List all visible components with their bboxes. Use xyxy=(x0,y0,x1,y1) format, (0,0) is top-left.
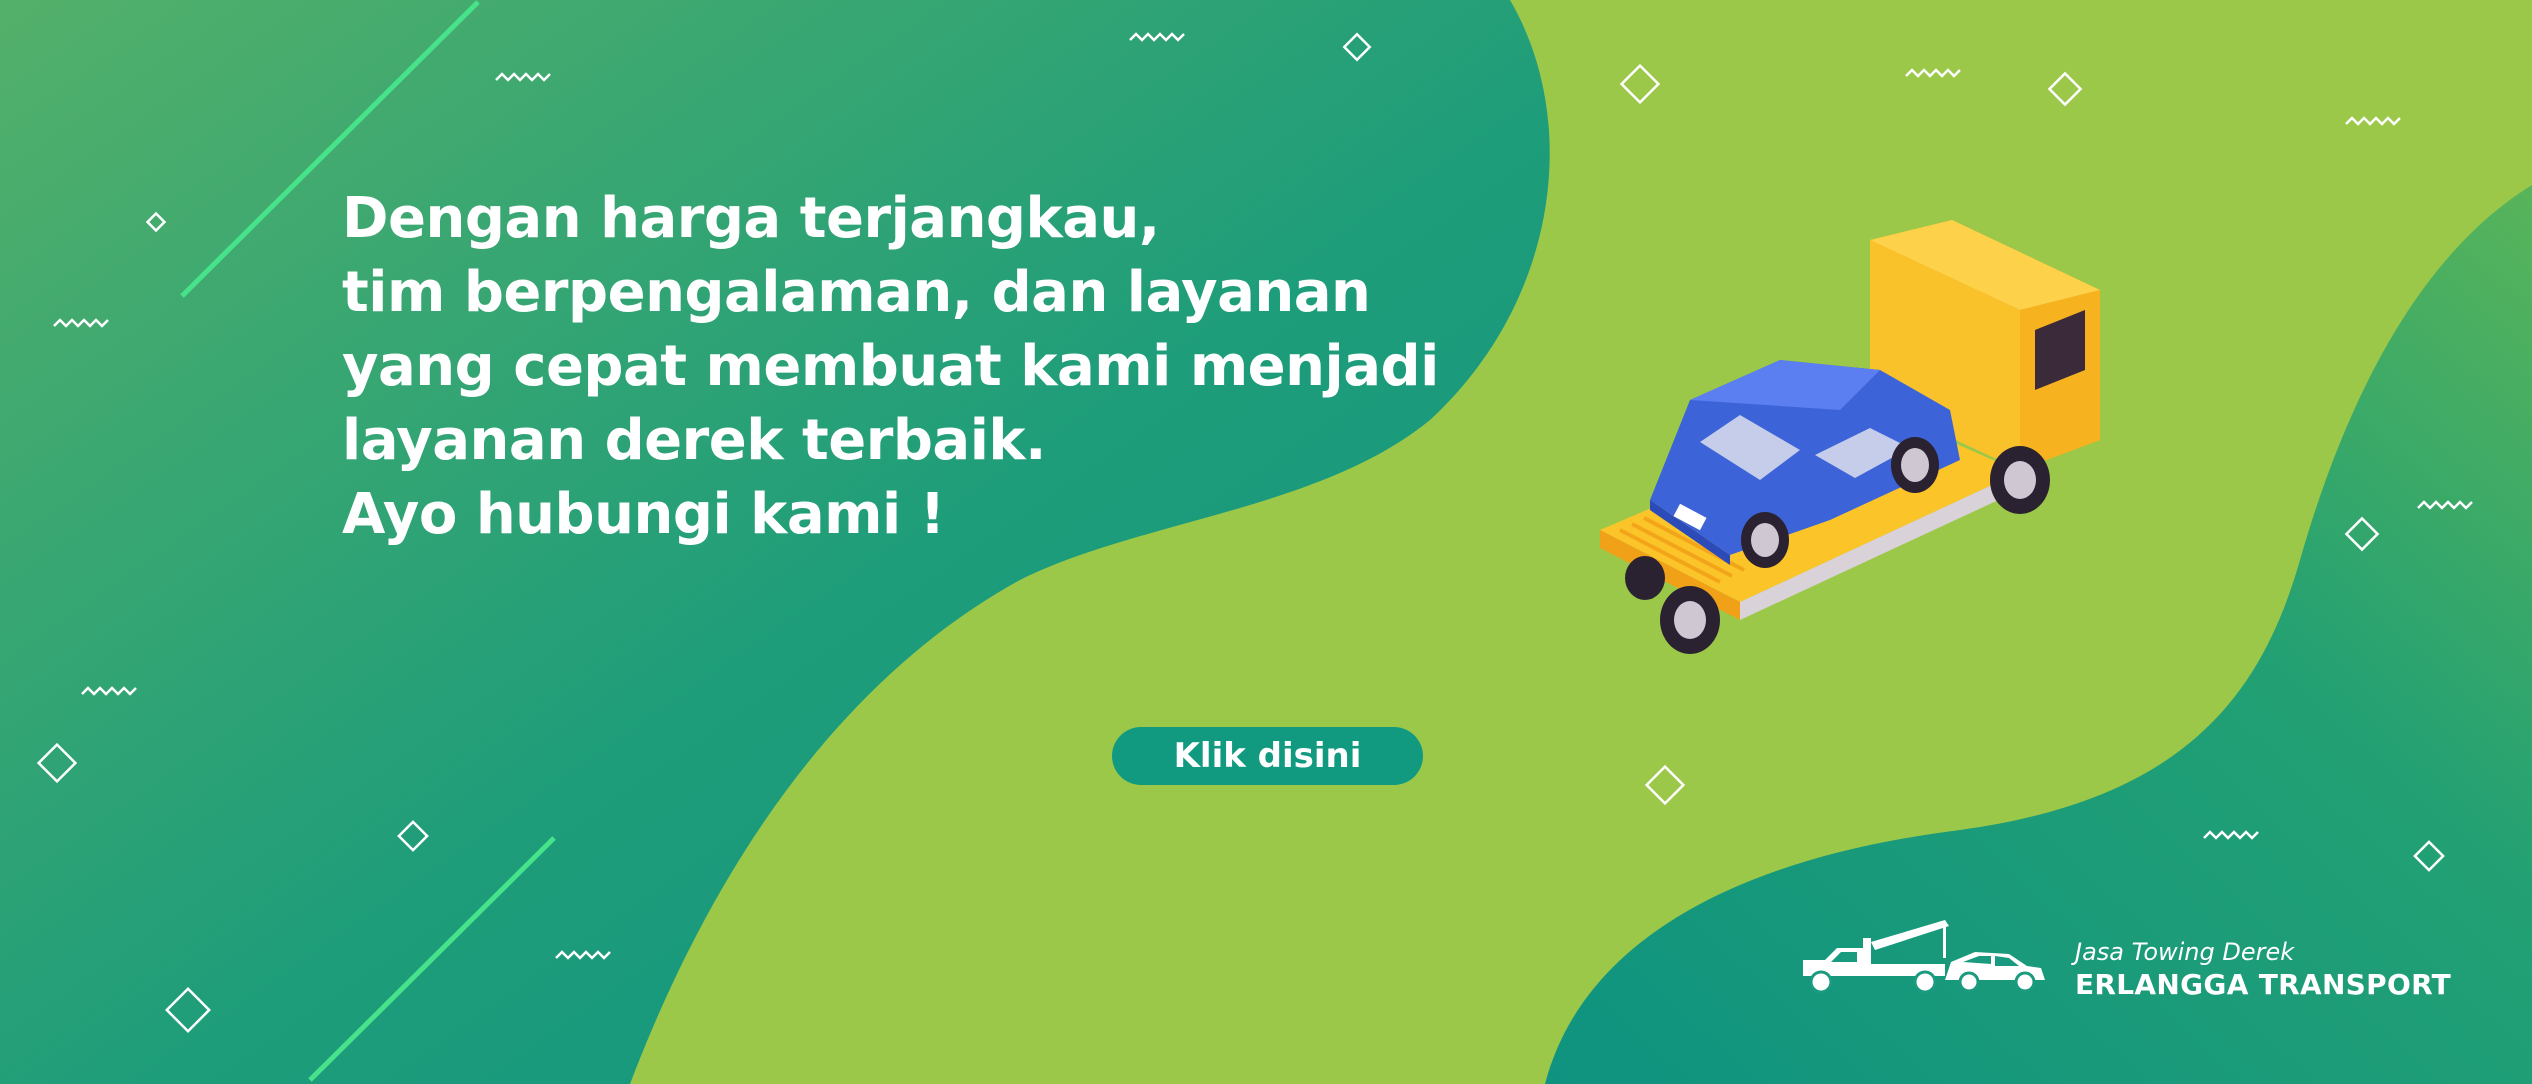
brand-tagline: Jasa Towing Derek xyxy=(2075,938,2295,966)
headline-line: Dengan harga terjangkau, xyxy=(342,186,1160,251)
headline-line: layanan derek terbaik. xyxy=(342,408,1046,473)
tow-truck-icon xyxy=(1803,920,2045,994)
tow-truck-illustration xyxy=(1600,220,2100,654)
headline-line: yang cepat membuat kami menjadi xyxy=(342,334,1439,399)
headline-line: Ayo hubungi kami ! xyxy=(342,482,945,547)
headline: Dengan harga terjangkau, tim berpengalam… xyxy=(342,182,1442,552)
headline-line: tim berpengalaman, dan layanan xyxy=(342,260,1371,325)
promo-banner: Dengan harga terjangkau, tim berpengalam… xyxy=(0,0,2532,1084)
brand-name: ERLANGGA TRANSPORT xyxy=(2075,968,2452,1001)
click-here-button[interactable]: Klik disini xyxy=(1112,727,1423,785)
brand-block: Jasa Towing Derek ERLANGGA TRANSPORT xyxy=(1795,918,2451,1008)
